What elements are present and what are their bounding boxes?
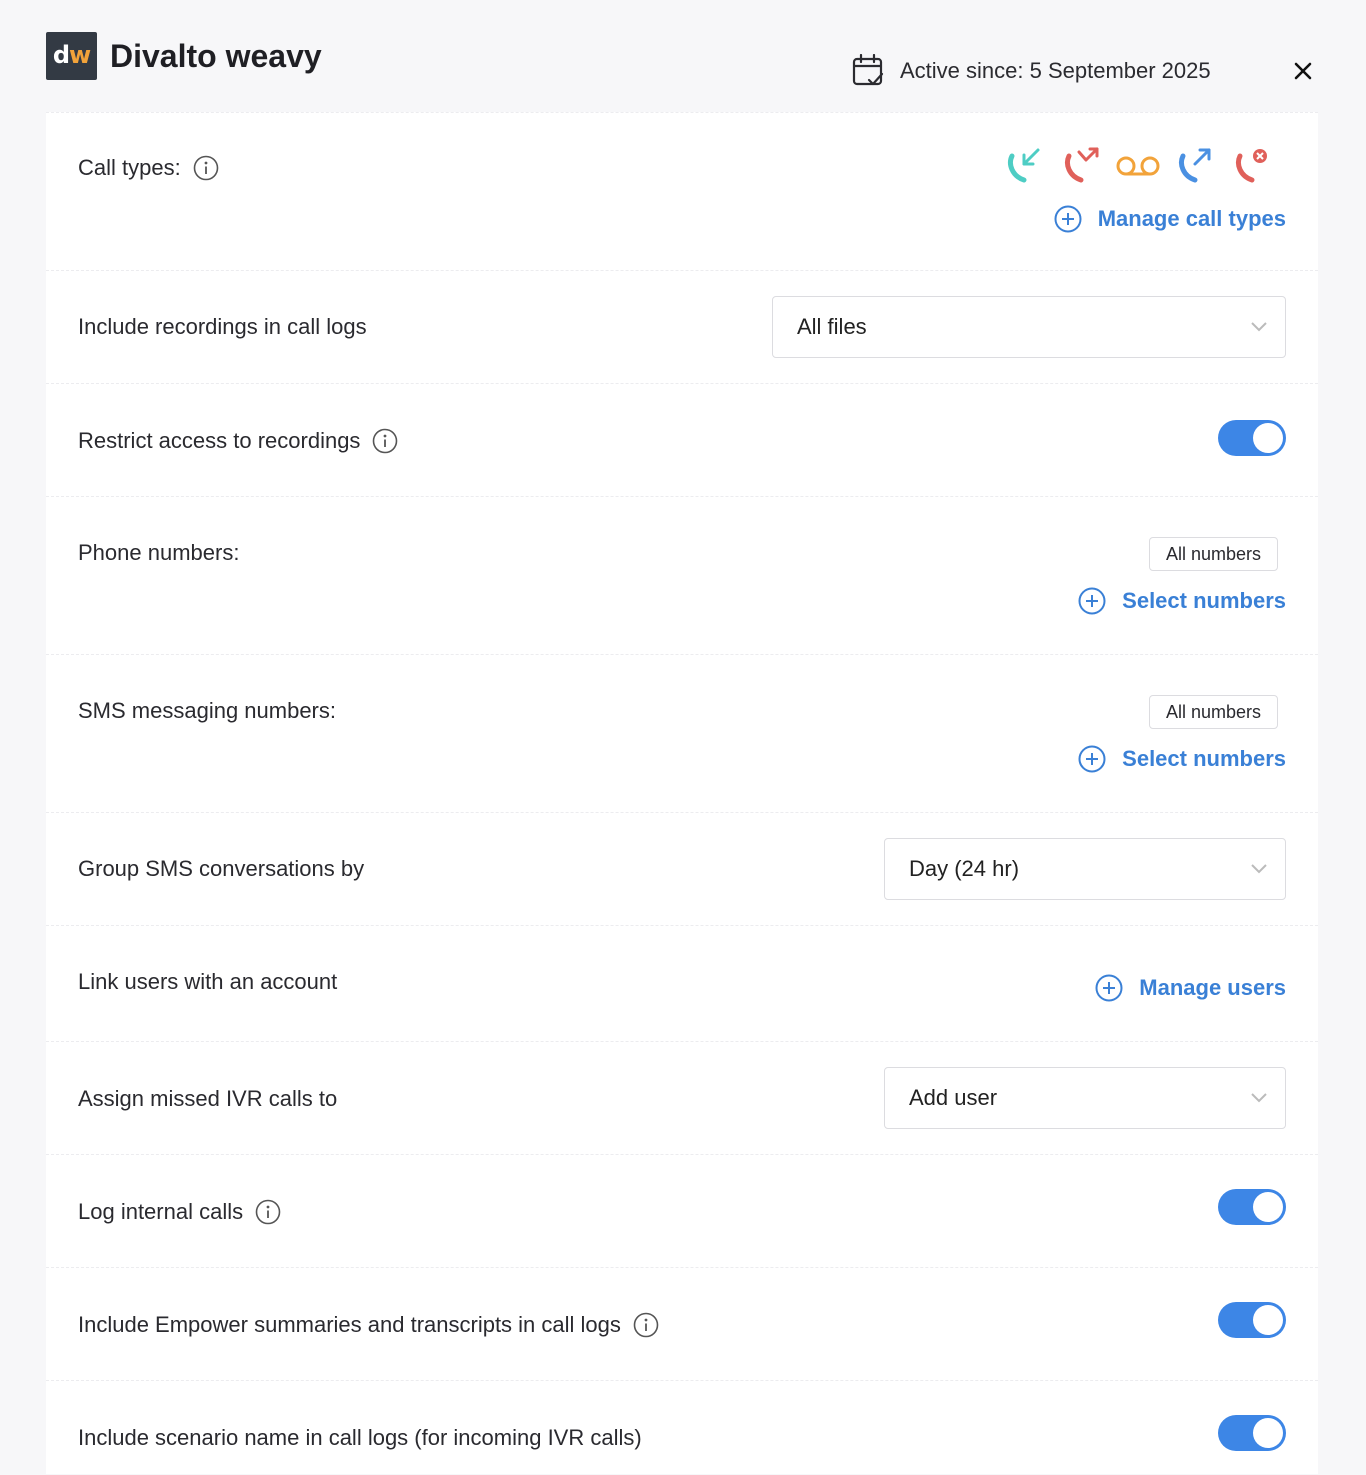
group-sms-select[interactable]: Day (24 hr) [884, 838, 1286, 900]
modal-header: dw Divalto weavy Active since: 5 Septemb… [0, 0, 1366, 112]
active-since: Active since: 5 September 2025 [852, 54, 1211, 88]
recordings-select[interactable]: All files [772, 296, 1286, 358]
info-icon[interactable] [193, 155, 219, 181]
missed-call-icon [1052, 143, 1109, 189]
group-sms-label: Group SMS conversations by [78, 856, 365, 881]
empower-label: Include Empower summaries and transcript… [78, 1312, 621, 1337]
logo-letter-w: w [69, 41, 91, 69]
restrict-label-wrap: Restrict access to recordings [78, 428, 398, 454]
plus-circle-icon [1078, 587, 1106, 615]
toggle-knob [1253, 423, 1283, 453]
row-missed-ivr: Assign missed IVR calls to Add user [46, 1041, 1318, 1155]
row-sms-numbers: SMS messaging numbers: All numbers Selec… [46, 654, 1318, 813]
info-icon[interactable] [255, 1199, 281, 1225]
app-logo: dw [46, 32, 97, 80]
call-types-label-wrap: Call types: [78, 155, 219, 181]
select-numbers-label[interactable]: Select numbers [1122, 588, 1286, 614]
close-icon[interactable] [1290, 58, 1316, 84]
call-types-label: Call types: [78, 155, 181, 180]
chevron-down-icon [1251, 322, 1267, 332]
row-recordings: Include recordings in call logs All file… [46, 270, 1318, 384]
log-internal-label-wrap: Log internal calls [78, 1199, 281, 1225]
toggle-knob [1253, 1418, 1283, 1448]
row-phone-numbers: Phone numbers: All numbers Select number… [46, 496, 1318, 655]
missed-ivr-label: Assign missed IVR calls to [78, 1086, 338, 1111]
voicemail-icon [1109, 143, 1166, 189]
select-sms-numbers-button[interactable]: Select numbers [1078, 745, 1286, 773]
active-since-text: Active since: 5 September 2025 [900, 58, 1211, 83]
logo-letter-d: d [52, 41, 70, 69]
manage-users-button[interactable]: Manage users [1095, 974, 1286, 1002]
sms-numbers-label: SMS messaging numbers: [78, 698, 336, 723]
log-internal-label: Log internal calls [78, 1199, 244, 1224]
row-link-users: Link users with an account Manage users [46, 925, 1318, 1042]
chevron-down-icon [1251, 1093, 1267, 1103]
log-internal-toggle[interactable] [1218, 1189, 1286, 1225]
rejected-call-icon [1223, 143, 1280, 189]
phone-numbers-label: Phone numbers: [78, 540, 240, 565]
row-restrict-recordings: Restrict access to recordings [46, 383, 1318, 497]
toggle-knob [1253, 1192, 1283, 1222]
empower-toggle[interactable] [1218, 1302, 1286, 1338]
row-empower: Include Empower summaries and transcript… [46, 1267, 1318, 1381]
recordings-select-value: All files [797, 314, 867, 339]
select-phone-numbers-button[interactable]: Select numbers [1078, 587, 1286, 615]
recordings-label: Include recordings in call logs [78, 314, 367, 339]
app-title: Divalto weavy [110, 38, 322, 74]
missed-ivr-select-value: Add user [909, 1085, 998, 1110]
info-icon[interactable] [372, 428, 398, 454]
empower-label-wrap: Include Empower summaries and transcript… [78, 1312, 659, 1338]
settings-panel: Call types: Manage call types Include re… [46, 112, 1318, 1474]
row-log-internal: Log internal calls [46, 1154, 1318, 1268]
select-numbers-label[interactable]: Select numbers [1122, 746, 1286, 772]
outgoing-call-icon [1166, 143, 1223, 189]
manage-call-types-button[interactable]: Manage call types [1054, 205, 1286, 233]
call-type-icons [995, 143, 1280, 189]
plus-circle-icon [1095, 974, 1123, 1002]
missed-ivr-select[interactable]: Add user [884, 1067, 1286, 1129]
chevron-down-icon [1251, 864, 1267, 874]
row-scenario-name: Include scenario name in call logs (for … [46, 1380, 1318, 1475]
plus-circle-icon [1054, 205, 1082, 233]
calendar-check-icon [852, 54, 884, 88]
manage-users-label[interactable]: Manage users [1139, 975, 1286, 1001]
restrict-recordings-label: Restrict access to recordings [78, 428, 361, 453]
all-numbers-chip: All numbers [1148, 695, 1278, 729]
row-group-sms: Group SMS conversations by Day (24 hr) [46, 812, 1318, 926]
incoming-call-icon [995, 143, 1052, 189]
manage-call-types-label[interactable]: Manage call types [1098, 206, 1286, 232]
scenario-name-toggle[interactable] [1218, 1415, 1286, 1451]
info-icon[interactable] [633, 1312, 659, 1338]
group-sms-select-value: Day (24 hr) [909, 856, 1020, 881]
close-button[interactable] [1290, 58, 1316, 84]
toggle-knob [1253, 1305, 1283, 1335]
row-call-types: Call types: Manage call types [46, 112, 1318, 271]
all-numbers-chip: All numbers [1148, 537, 1278, 571]
plus-circle-icon [1078, 745, 1106, 773]
scenario-name-label: Include scenario name in call logs (for … [78, 1425, 642, 1450]
restrict-recordings-toggle[interactable] [1218, 420, 1286, 456]
link-users-label: Link users with an account [78, 969, 338, 994]
